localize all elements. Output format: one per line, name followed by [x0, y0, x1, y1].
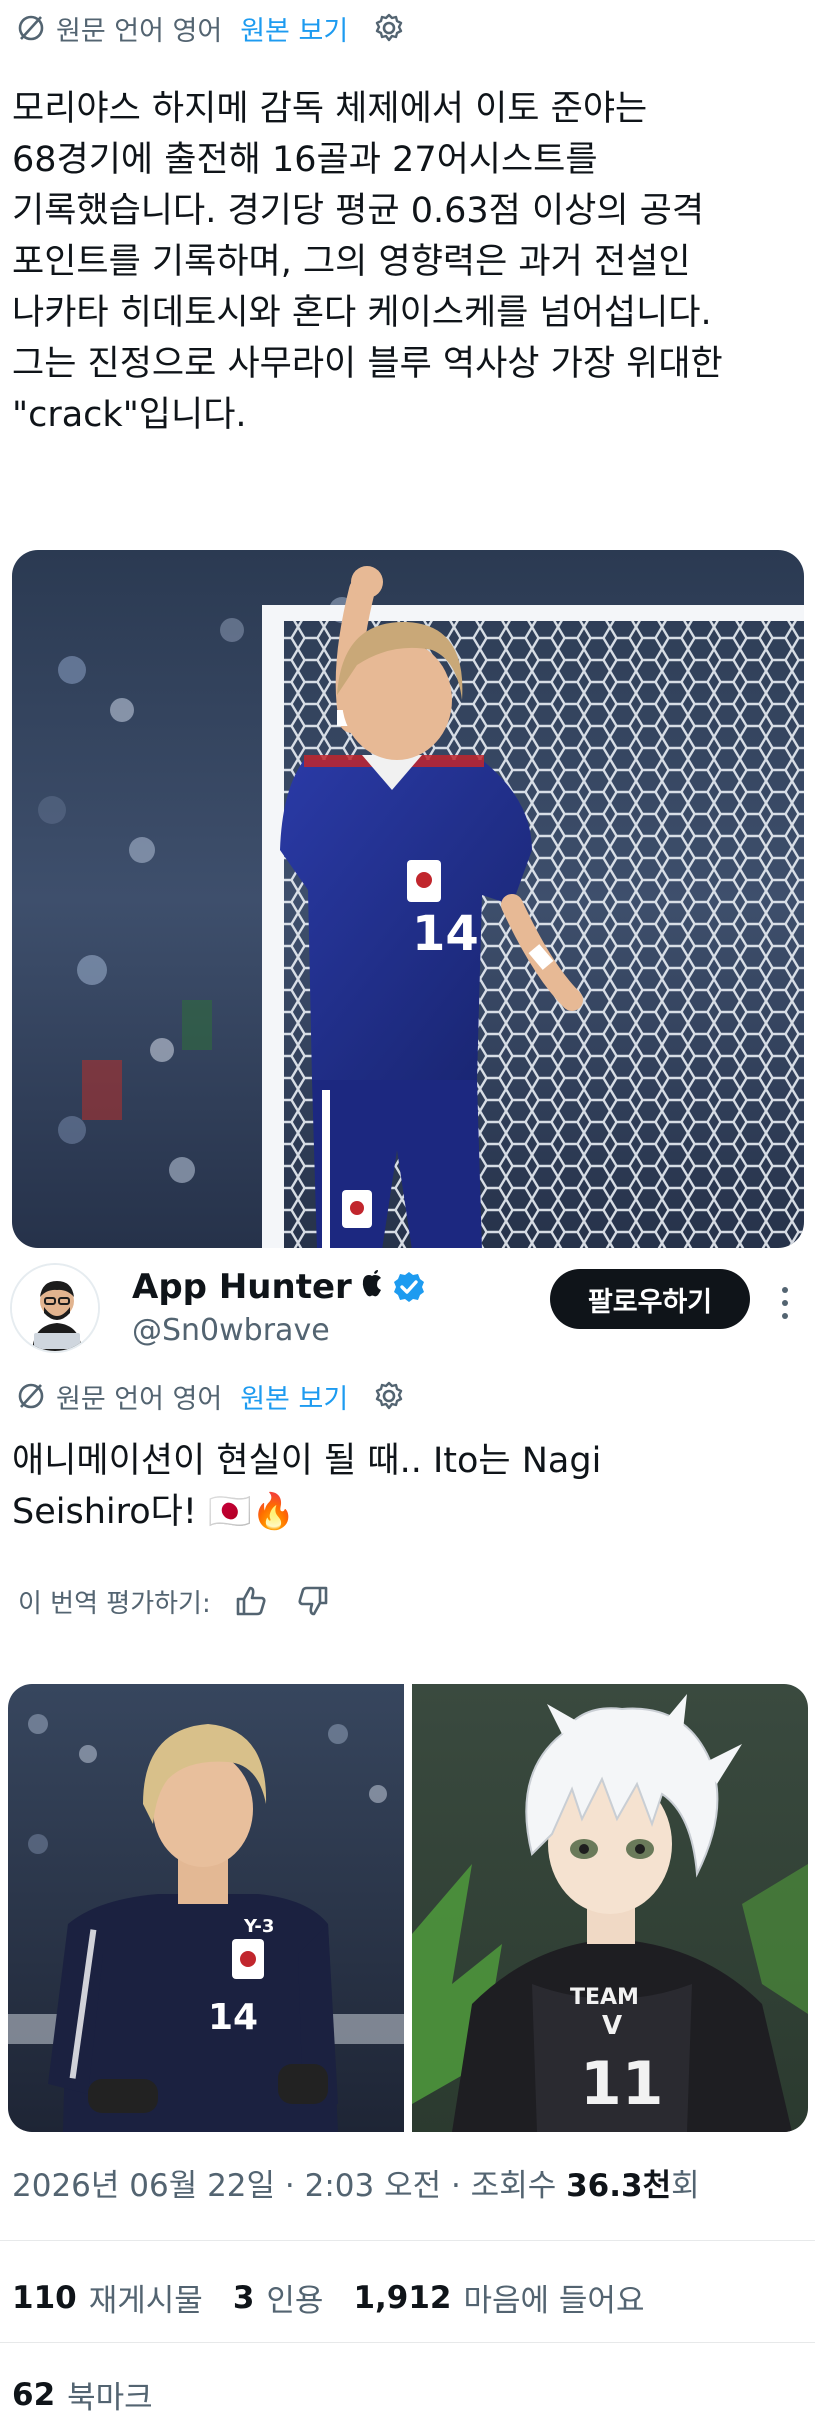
likes-label: 마음에 들어요	[463, 2283, 645, 2319]
likes-stat[interactable]: 1,912 마음에 들어요	[353, 2275, 644, 2320]
jersey-number: 14	[208, 1997, 258, 2038]
tweet-text: 모리야스 하지메 감독 체제에서 이토 준야는 68경기에 출전해 16골과 2…	[12, 89, 723, 435]
player-portrait-photo[interactable]: Y-3 14	[8, 1684, 404, 2132]
thumbs-up-icon[interactable]	[229, 1579, 273, 1623]
reposts-label: 재게시물	[88, 2283, 203, 2319]
anime-team-letter: V	[602, 2011, 622, 2041]
quotes-stat[interactable]: 3 인용	[233, 2275, 324, 2320]
author-row: App Hunter @Sn0wbrave 팔로우하기	[0, 1255, 815, 1375]
reposts-stat[interactable]: 110 재게시물	[12, 2275, 203, 2320]
gear-icon[interactable]	[370, 9, 408, 47]
jersey-number: 14	[412, 906, 479, 962]
bookmarks-label: 북마크	[67, 2380, 153, 2416]
svg-text:Y-3: Y-3	[243, 1916, 274, 1937]
apple-icon	[360, 1269, 384, 1305]
likes-count: 1,912	[353, 2279, 452, 2316]
anime-team-text: TEAM	[570, 1985, 639, 2010]
author-name-row[interactable]: App Hunter	[132, 1267, 426, 1307]
verified-badge-icon	[392, 1270, 426, 1304]
author-handle[interactable]: @Sn0wbrave	[132, 1313, 330, 1348]
rate-translation-label: 이 번역 평가하기:	[18, 1588, 211, 1619]
tweet-text-2: 애니메이션이 현실이 될 때.. Ito는 Nagi Seishiro다! 🇯🇵…	[12, 1441, 602, 1532]
gear-icon[interactable]	[370, 1377, 408, 1415]
translate-bar: 원문 언어 영어 원본 보기	[14, 8, 408, 48]
quotes-count: 3	[232, 2279, 255, 2316]
view-original-link[interactable]: 원본 보기	[240, 1377, 348, 1416]
avatar[interactable]	[10, 1263, 100, 1353]
more-options-icon[interactable]	[770, 1273, 800, 1333]
tweet-timestamp[interactable]: 2026년 06월 22일 · 2:03 오전 · 조회수	[12, 2168, 566, 2204]
reposts-count: 110	[12, 2279, 77, 2316]
translate-bar-2: 원문 언어 영어 원본 보기	[14, 1376, 408, 1416]
author-name[interactable]: App Hunter	[132, 1267, 352, 1307]
divider	[0, 2240, 815, 2241]
divider	[0, 2342, 815, 2343]
thumbs-down-icon[interactable]	[291, 1579, 335, 1623]
view-count: 36.3천	[566, 2168, 672, 2204]
bookmarks-count: 62	[12, 2376, 56, 2413]
engagement-stats: 110 재게시물 3 인용 1,912 마음에 들어요	[12, 2275, 674, 2320]
bookmarks-stat[interactable]: 62 북마크	[12, 2372, 153, 2417]
bookmark-stats: 62 북마크	[12, 2372, 183, 2417]
view-count-suffix: 회	[671, 2168, 700, 2204]
anime-character-image[interactable]: TEAM V 11	[412, 1684, 808, 2132]
translate-source-label: 원문 언어 영어	[56, 15, 223, 47]
quotes-label: 인용	[266, 2283, 324, 2319]
translate-source-label: 원문 언어 영어	[56, 1383, 223, 1415]
anime-jersey-number: 11	[580, 2049, 664, 2119]
view-original-link[interactable]: 원본 보기	[240, 9, 348, 48]
translate-icon	[14, 11, 48, 45]
tweet-meta: 2026년 06월 22일 · 2:03 오전 · 조회수 36.3천회	[12, 2160, 700, 2205]
follow-button[interactable]: 팔로우하기	[550, 1269, 750, 1329]
translate-icon	[14, 1379, 48, 1413]
rate-translation-row: 이 번역 평가하기:	[18, 1576, 335, 1626]
player-celebration-photo[interactable]: 14	[12, 550, 804, 1248]
